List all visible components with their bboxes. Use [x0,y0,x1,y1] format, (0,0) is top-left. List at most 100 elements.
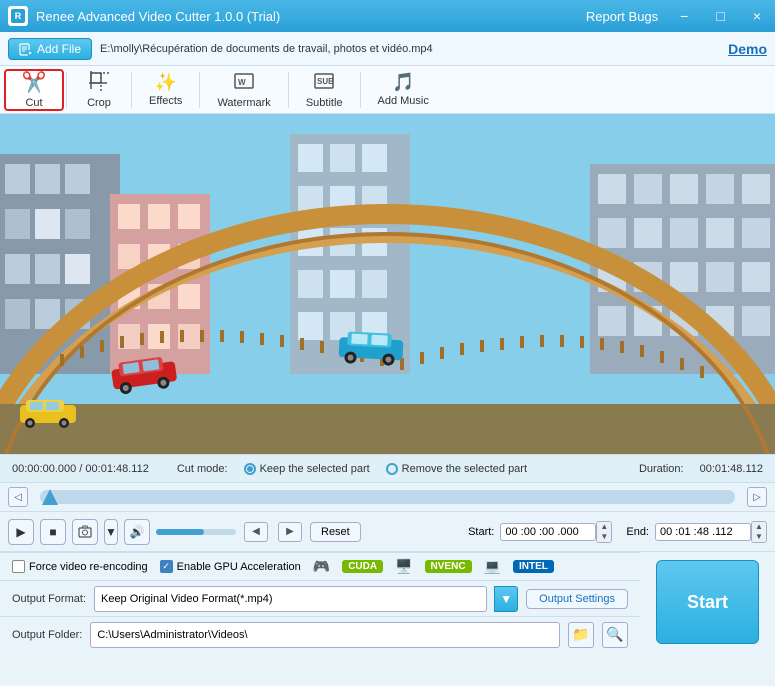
format-bar: Output Format: Keep Original Video Forma… [0,580,640,616]
add-music-icon: 🎵 [392,72,414,93]
filebar: Add File E:\molly\Récupération de docume… [0,32,775,66]
volume-button[interactable]: 🔊 [124,519,150,545]
crop-label: Crop [87,97,111,109]
toolbar-separator-5 [360,72,361,108]
crop-icon [88,70,110,95]
force-encoding-label: Force video re-encoding [29,561,148,573]
volume-fill [156,529,204,535]
effects-tool-button[interactable]: ✨ Effects [134,69,197,111]
start-time-input[interactable] [500,523,596,541]
timeline-right-arrow[interactable]: ▷ [747,487,767,507]
minimize-button[interactable]: − [674,6,694,26]
start-time-group: ▲ ▼ [500,521,612,543]
bottom-left: Force video re-encoding ✓ Enable GPU Acc… [0,552,640,652]
gpu-acceleration-box: ✓ [160,560,173,573]
status-bar: 00:00:00.000 / 00:01:48.112 Cut mode: Ke… [0,454,775,482]
play-button[interactable]: ▶ [8,519,34,545]
watermark-icon: W [233,70,255,95]
crop-tool-button[interactable]: Crop [69,69,129,111]
prev-frame-button[interactable]: ◀ [244,522,268,542]
output-settings-button[interactable]: Output Settings [526,589,628,609]
bottom-right: Start [640,552,775,652]
add-music-tool-button[interactable]: 🎵 Add Music [363,69,444,111]
report-bugs-link[interactable]: Report Bugs [586,9,658,24]
folder-label: Output Folder: [12,629,82,641]
end-time-label: End: [626,526,649,538]
app-logo: R [8,6,28,26]
toolbar-separator-4 [288,72,289,108]
gpu-icon: 🎮 [313,558,330,575]
folder-bar: Output Folder: 📁 🔍 [0,616,640,652]
subtitle-icon: SUB [313,70,335,95]
watermark-tool-button[interactable]: W Watermark [202,69,285,111]
stop-button[interactable]: ■ [40,519,66,545]
force-encoding-checkbox[interactable]: Force video re-encoding [12,560,148,573]
next-frame-button[interactable]: ▶ [278,522,302,542]
start-time-up[interactable]: ▲ [597,522,611,532]
options-bar: Force video re-encoding ✓ Enable GPU Acc… [0,552,640,580]
cut-mode-label: Cut mode: [177,463,228,475]
current-time: 00:00:00.000 / 00:01:48.112 [12,463,149,475]
demo-button[interactable]: Demo [728,41,767,57]
folder-path-input[interactable] [90,622,560,648]
toolbar-separator-2 [131,72,132,108]
cut-label: Cut [25,97,42,109]
titlebar-right: Report Bugs − □ × [586,6,767,26]
timeline-bar: ◁ ▷ [0,482,775,511]
reset-button[interactable]: Reset [310,522,361,542]
timeline-left-arrow[interactable]: ◁ [8,487,28,507]
format-select[interactable]: Keep Original Video Format(*.mp4) [94,586,487,612]
close-button[interactable]: × [747,6,767,26]
format-value: Keep Original Video Format(*.mp4) [101,593,273,605]
timeline-progress-bar[interactable] [40,490,735,504]
end-time-up[interactable]: ▲ [752,522,766,532]
total-time-value: 00:01:48.112 [85,463,148,475]
controls-bar: ▶ ■ ▼ 🔊 ◀ ▶ Reset Start: ▲ ▼ End: ▲ ▼ [0,511,775,551]
keep-selected-label: Keep the selected part [260,463,370,475]
keep-selected-radio[interactable]: Keep the selected part [244,463,370,475]
app-title: Renee Advanced Video Cutter 1.0.0 (Trial… [36,9,586,24]
end-time-down[interactable]: ▼ [752,532,766,542]
start-time-label: Start: [468,526,494,538]
current-time-value: 00:00:00.000 [12,463,76,475]
end-time-spin: ▲ ▼ [751,521,767,543]
volume-slider[interactable] [156,529,236,535]
folder-search-button[interactable]: 🔍 [602,622,628,648]
watermark-label: Watermark [217,97,270,109]
folder-browse-button[interactable]: 📁 [568,622,594,648]
toolbar-separator [66,72,67,108]
maximize-button[interactable]: □ [710,6,730,26]
subtitle-label: Subtitle [306,97,343,109]
file-path: E:\molly\Récupération de documents de tr… [100,43,720,55]
svg-text:SUB: SUB [317,77,334,86]
gpu-label: Enable GPU Acceleration [177,561,301,573]
subtitle-tool-button[interactable]: SUB Subtitle [291,69,358,111]
gpu-acceleration-checkbox[interactable]: ✓ Enable GPU Acceleration [160,560,301,573]
add-file-button[interactable]: Add File [8,38,92,60]
start-time-spin: ▲ ▼ [596,521,612,543]
end-time-input[interactable] [655,523,751,541]
cuda-tag: CUDA [342,560,383,573]
dropdown-arrow[interactable]: ▼ [104,519,118,545]
toolbar-separator-3 [199,72,200,108]
video-area [0,114,775,454]
end-time-group: ▲ ▼ [655,521,767,543]
start-time-down[interactable]: ▼ [597,532,611,542]
add-music-label: Add Music [378,95,429,107]
titlebar: R Renee Advanced Video Cutter 1.0.0 (Tri… [0,0,775,32]
toolbar: ✂️ Cut Crop ✨ Effects W Watermark [0,66,775,114]
remove-selected-label: Remove the selected part [402,463,527,475]
bottom-row: Force video re-encoding ✓ Enable GPU Acc… [0,551,775,652]
start-button[interactable]: Start [656,560,759,644]
remove-selected-radio[interactable]: Remove the selected part [386,463,527,475]
force-encoding-box [12,560,25,573]
intel-icon: 💻 [484,558,501,575]
keep-radio-dot [244,463,256,475]
format-dropdown-button[interactable]: ▼ [494,586,518,612]
gpu-icon-2: 🖥️ [395,558,412,575]
cut-icon: ✂️ [22,70,47,95]
duration-label: Duration: [639,463,684,475]
timeline-thumb [40,487,60,507]
snapshot-button[interactable] [72,519,98,545]
cut-tool-button[interactable]: ✂️ Cut [4,69,64,111]
